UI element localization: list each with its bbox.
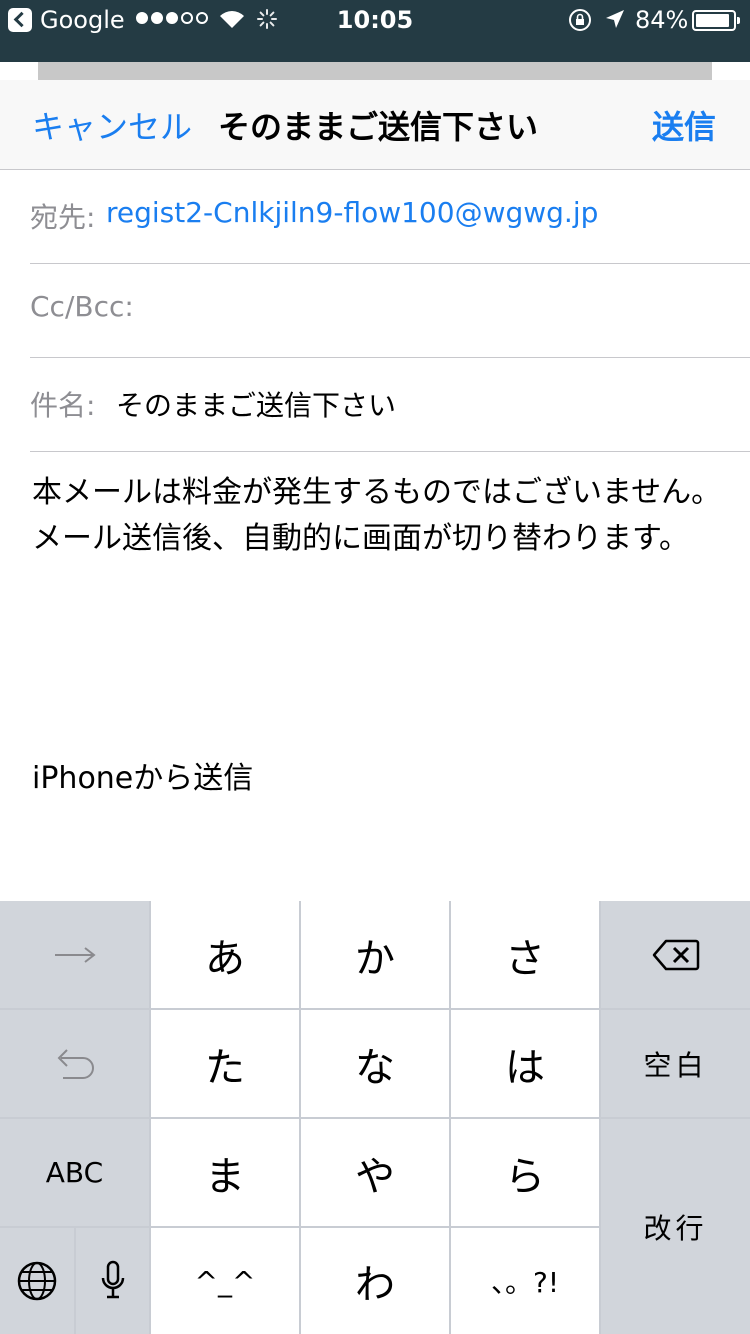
- abc-key[interactable]: ABC: [0, 1119, 149, 1226]
- globe-icon: [17, 1261, 57, 1301]
- microphone-icon: [101, 1260, 124, 1299]
- globe-key[interactable]: [0, 1228, 74, 1334]
- next-arrow-icon: [54, 946, 96, 963]
- key-na[interactable]: な: [301, 1010, 449, 1117]
- location-arrow-icon: [606, 10, 624, 28]
- next-candidate-key[interactable]: [0, 901, 149, 1008]
- to-recipient[interactable]: regist2-Cnlkjiln9-flow100@wgwg.jp: [106, 196, 598, 229]
- key-label: 、。?!: [490, 1266, 560, 1299]
- signature: iPhoneから送信: [32, 761, 254, 796]
- key-ya[interactable]: や: [301, 1119, 449, 1226]
- space-key[interactable]: 空白: [601, 1010, 750, 1117]
- cc-bcc-field[interactable]: Cc/Bcc:: [0, 264, 750, 358]
- delete-icon: [652, 939, 699, 970]
- dictation-key[interactable]: [76, 1228, 149, 1334]
- key-label: ABC: [45, 1156, 104, 1189]
- key-label: ^_^: [194, 1264, 256, 1298]
- key-a[interactable]: あ: [151, 901, 299, 1008]
- key-label: あ: [205, 935, 245, 982]
- key-label: は: [505, 1044, 545, 1091]
- divider: [30, 451, 750, 452]
- key-ka[interactable]: か: [301, 901, 449, 1008]
- subject-input[interactable]: そのままご送信下さい: [116, 384, 396, 424]
- cc-bcc-label: Cc/Bcc:: [30, 290, 134, 323]
- key-ma[interactable]: ま: [151, 1119, 299, 1226]
- undo-key[interactable]: [0, 1010, 149, 1117]
- key-label: わ: [355, 1262, 395, 1308]
- subject-field[interactable]: 件名: そのままご送信下さい: [0, 358, 750, 452]
- send-button[interactable]: 送信: [652, 102, 716, 148]
- compose-title: そのままご送信下さい: [218, 108, 539, 146]
- key-label: 改行: [643, 1211, 708, 1245]
- key-punctuation[interactable]: 、。?!: [451, 1228, 599, 1334]
- cancel-button[interactable]: キャンセル: [32, 102, 192, 148]
- key-label: か: [355, 935, 395, 982]
- compose-nav-bar: キャンセル そのままご送信下さい 送信: [0, 80, 750, 170]
- battery-icon: [692, 10, 740, 31]
- key-label: な: [355, 1044, 395, 1091]
- key-label: さ: [505, 935, 545, 982]
- key-emoticon[interactable]: ^_^: [151, 1228, 299, 1334]
- subject-label: 件名:: [30, 389, 96, 422]
- body-line: メール送信後、自動的に画面が切り替わります。: [32, 521, 689, 556]
- key-label: ま: [205, 1153, 245, 1200]
- body-line: 本メールは料金が発生するものではございません。: [32, 475, 722, 510]
- key-wa[interactable]: わ: [301, 1228, 449, 1334]
- to-label: 宛先:: [30, 201, 96, 234]
- key-label: 空白: [643, 1048, 708, 1082]
- undo-icon: [57, 1048, 94, 1079]
- return-key[interactable]: 改行: [601, 1119, 750, 1334]
- key-sa[interactable]: さ: [451, 901, 599, 1008]
- to-field[interactable]: 宛先: regist2-Cnlkjiln9-flow100@wgwg.jp: [0, 170, 750, 264]
- delete-key[interactable]: [601, 901, 750, 1008]
- key-label: ら: [505, 1153, 545, 1200]
- key-ha[interactable]: は: [451, 1010, 599, 1117]
- orientation-lock-icon: [569, 9, 591, 31]
- japanese-kana-keyboard: あ か さ た な は 空白 ABC ま や ら 改行 ^_^ わ 、。?!: [0, 901, 750, 1334]
- key-label: た: [205, 1044, 245, 1091]
- status-bar: Google 10:05 84%: [0, 0, 750, 62]
- battery-percent: 84%: [635, 6, 689, 34]
- key-ta[interactable]: た: [151, 1010, 299, 1117]
- key-ra[interactable]: ら: [451, 1119, 599, 1226]
- key-label: や: [355, 1153, 395, 1200]
- sheet-background-edge: [38, 62, 712, 80]
- message-body[interactable]: 本メールは料金が発生するものではございません。 メール送信後、自動的に画面が切り…: [32, 470, 722, 562]
